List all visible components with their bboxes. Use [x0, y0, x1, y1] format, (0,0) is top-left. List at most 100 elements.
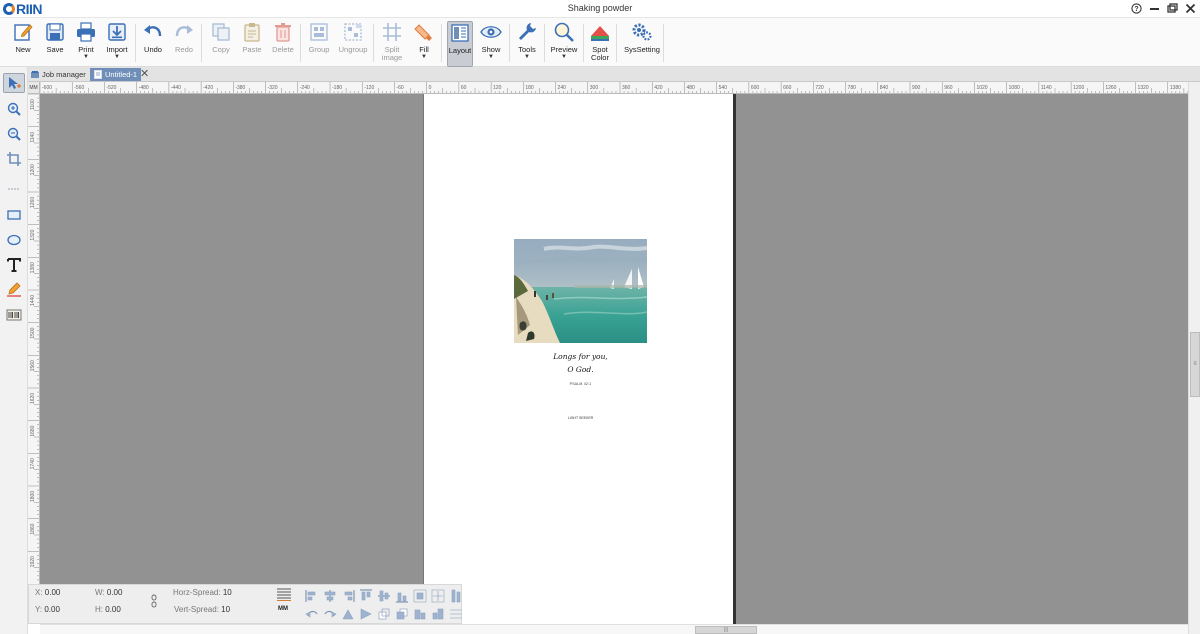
- eye-icon: [480, 26, 502, 38]
- save-button[interactable]: Save: [43, 21, 67, 67]
- restore-icon[interactable]: [1166, 2, 1178, 14]
- document-tab-strip: Job manager Untitled-1 ✕: [28, 67, 1200, 82]
- tab-job-manager[interactable]: Job manager: [30, 68, 86, 81]
- import-dropdown-icon[interactable]: ▼: [114, 54, 120, 60]
- ruler-tick-label: -420: [203, 85, 213, 91]
- document-page[interactable]: Longs for you, O God. PSALM 42:1 LIGHT S…: [423, 94, 736, 626]
- ruler-tick-label: 540: [719, 85, 728, 91]
- new-icon: [14, 24, 33, 41]
- horizontal-scrollbar[interactable]: |||: [40, 624, 1188, 634]
- ruler-tick-label: 1680: [30, 425, 36, 436]
- spread-lines-icon[interactable]: [276, 587, 292, 603]
- show-dropdown-icon[interactable]: ▼: [488, 54, 494, 60]
- window-title: Shaking powder: [567, 3, 633, 13]
- ungroup-button[interactable]: Ungroup: [338, 21, 368, 67]
- tab-close-icon[interactable]: ✕: [140, 68, 149, 80]
- show-button[interactable]: Show ▼: [479, 21, 503, 67]
- design-canvas[interactable]: Longs for you, O God. PSALM 42:1 LIGHT S…: [40, 94, 1188, 626]
- ruler-tick-label: 960: [944, 85, 953, 91]
- pen-tool[interactable]: [3, 279, 25, 299]
- group-button[interactable]: Group: [306, 21, 332, 67]
- gear-icon: [632, 23, 652, 41]
- ruler-tick-label: -380: [235, 85, 245, 91]
- fill-dropdown-icon[interactable]: ▼: [421, 54, 427, 60]
- link-icon[interactable]: [151, 594, 157, 610]
- syssetting-label: SysSetting: [624, 45, 660, 54]
- syssetting-button[interactable]: SysSetting: [623, 21, 661, 67]
- ruler-tick-label: 1920: [30, 556, 36, 567]
- toolbar-separator: [441, 24, 442, 62]
- help-icon[interactable]: ?: [1130, 2, 1142, 14]
- align-icons[interactable]: [304, 587, 464, 623]
- y-field[interactable]: Y: 0.00: [35, 605, 60, 614]
- horz-spread-field[interactable]: Horz-Spread: 10: [173, 588, 232, 597]
- redo-button[interactable]: Redo: [172, 21, 196, 67]
- spot-color-label: Spot Color: [591, 45, 609, 62]
- line-tool[interactable]: [3, 179, 25, 199]
- new-button[interactable]: New: [11, 21, 35, 67]
- height-field[interactable]: H: 0.00: [95, 605, 121, 614]
- painting-image: [514, 239, 647, 343]
- layout-icon: [451, 24, 469, 42]
- ruler-tick-label: 180: [525, 85, 534, 91]
- barcode-icon: [6, 309, 22, 321]
- delete-label: Delete: [272, 45, 294, 54]
- split-image-button[interactable]: Split image: [379, 21, 405, 67]
- ruler-tick-label: 1800: [30, 491, 36, 502]
- ellipse-tool[interactable]: [3, 230, 25, 250]
- verse-line-2[interactable]: O God.: [424, 365, 737, 374]
- vertical-scroll-thumb[interactable]: ≡: [1190, 332, 1200, 397]
- copy-button[interactable]: Copy: [209, 21, 233, 67]
- ruler-tick-label: 0: [429, 85, 432, 91]
- zoom-out-tool[interactable]: [3, 124, 25, 144]
- delete-button[interactable]: Delete: [271, 21, 295, 67]
- split-image-icon: [383, 23, 401, 41]
- preview-dropdown-icon[interactable]: ▼: [561, 54, 567, 60]
- redo-icon: [175, 25, 193, 37]
- horizontal-ruler[interactable]: -600 -560 -520 -480 -440 -420 -380 -320 -240 -180…: [28, 82, 1188, 94]
- ruler-tick-label: 1500: [30, 327, 36, 338]
- ruler-tick-label: -60: [396, 85, 403, 91]
- beach-painting-image[interactable]: [514, 239, 647, 343]
- ruler-tick-label: 60: [461, 85, 467, 91]
- layout-button[interactable]: Layout: [447, 21, 473, 67]
- vertical-scrollbar[interactable]: ≡: [1188, 82, 1200, 634]
- print-dropdown-icon[interactable]: ▼: [83, 54, 89, 60]
- ruler-tick-label: -240: [300, 85, 310, 91]
- width-field[interactable]: W: 0.00: [95, 588, 122, 597]
- crop-tool[interactable]: [3, 149, 25, 169]
- vert-spread-field[interactable]: Vert-Spread: 10: [174, 605, 230, 614]
- rectangle-tool[interactable]: [3, 205, 25, 225]
- horizontal-scroll-thumb[interactable]: |||: [695, 626, 757, 634]
- title-bar: RIIN Shaking powder ?: [0, 0, 1200, 18]
- zoom-out-icon: [7, 127, 21, 141]
- tools-dropdown-icon[interactable]: ▼: [524, 54, 530, 60]
- paste-button[interactable]: Paste: [240, 21, 264, 67]
- close-icon[interactable]: [1184, 2, 1196, 14]
- save-label: Save: [46, 45, 64, 54]
- zoom-in-tool[interactable]: [3, 99, 25, 119]
- select-tool[interactable]: [3, 73, 25, 93]
- undo-button[interactable]: Undo: [141, 21, 165, 67]
- tab-untitled-1[interactable]: Untitled-1: [90, 68, 142, 81]
- fill-button[interactable]: Fill ▼: [412, 21, 436, 67]
- print-button[interactable]: Print ▼: [74, 21, 98, 67]
- x-field[interactable]: X: 0.00: [35, 588, 60, 597]
- preview-button[interactable]: Preview ▼: [550, 21, 578, 67]
- footer-text[interactable]: LIGHT SEEKER: [424, 416, 737, 420]
- import-button[interactable]: Import ▼: [105, 21, 129, 67]
- psalm-reference[interactable]: PSALM 42:1: [424, 382, 737, 386]
- layout-label: Layout: [448, 46, 472, 55]
- minimize-icon[interactable]: [1148, 2, 1160, 14]
- print-icon: [77, 22, 95, 42]
- new-label: New: [15, 45, 31, 54]
- text-tool[interactable]: [3, 255, 25, 275]
- tools-button[interactable]: Tools ▼: [515, 21, 539, 67]
- ruler-tick-label: 300: [590, 85, 599, 91]
- barcode-tool[interactable]: [3, 305, 25, 325]
- vertical-ruler[interactable]: 1100 1140 1200 1260 1320 1380 1440 1500 1560 1620…: [28, 94, 40, 584]
- spot-color-button[interactable]: Spot Color: [588, 21, 612, 67]
- verse-line-1[interactable]: Longs for you,: [424, 352, 737, 361]
- ruler-tick-label: 1080: [1009, 85, 1020, 91]
- job-manager-icon: [31, 70, 39, 78]
